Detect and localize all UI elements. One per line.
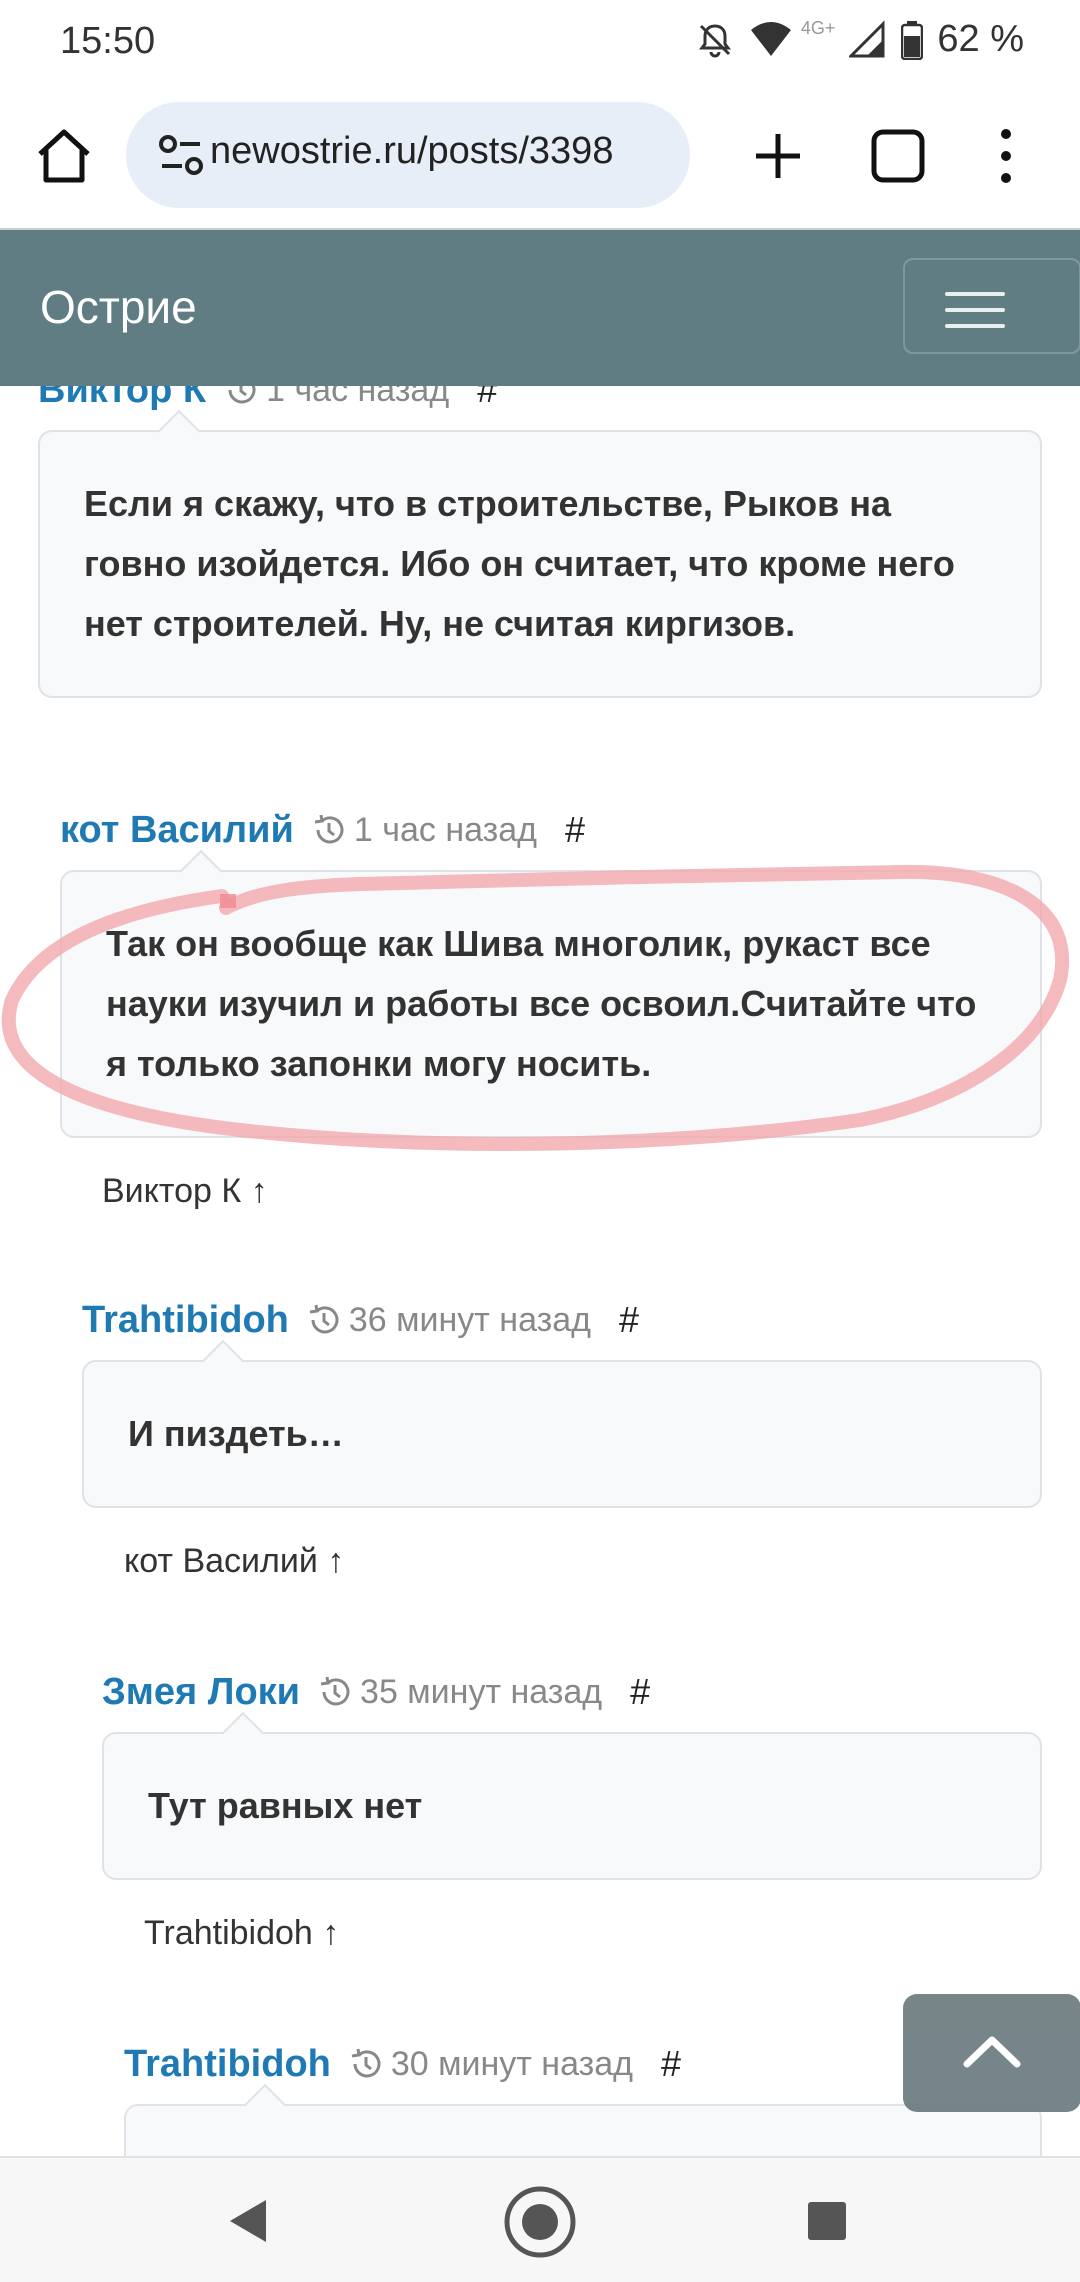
- back-icon[interactable]: [226, 2198, 270, 2244]
- comment: Змея Локи 35 минут назад # Тут равных не…: [102, 1662, 1042, 1953]
- status-icons: 4G+ 62 %: [695, 18, 1024, 61]
- recents-icon[interactable]: [806, 2200, 848, 2242]
- history-icon: [309, 1304, 339, 1334]
- comment-author[interactable]: кот Василий: [60, 809, 294, 852]
- battery-percent: 62 %: [937, 18, 1024, 60]
- reply-to-link[interactable]: кот Василий ↑: [124, 1542, 1042, 1581]
- comment-time-text: 35 минут назад: [360, 1672, 603, 1711]
- tab-switcher-icon[interactable]: [870, 128, 926, 184]
- comment-time: 1 час назад: [224, 386, 449, 410]
- hamburger-line: [945, 308, 1005, 312]
- more-options-icon[interactable]: [988, 124, 1024, 188]
- battery-icon: [901, 20, 924, 60]
- comment-meta: Trahtibidoh 36 минут назад #: [82, 1290, 1042, 1350]
- reply-to-link[interactable]: Trahtibidoh ↑: [144, 1914, 1042, 1953]
- home-nav-icon[interactable]: [502, 2184, 578, 2260]
- site-header: Острие: [0, 230, 1080, 386]
- status-bar: 15:50 4G+ 62 %: [0, 0, 1080, 84]
- history-icon: [314, 814, 344, 844]
- site-title[interactable]: Острие: [40, 280, 197, 334]
- comment-time-text: 30 минут назад: [390, 2044, 633, 2083]
- comment: кот Василий 1 час назад # Так он вообще …: [60, 800, 1042, 1211]
- comment-body: Так он вообще как Шива многолик, рукаст …: [60, 870, 1042, 1138]
- comment-time-text: 1 час назад: [266, 386, 450, 409]
- comment-body: И пиздеть…: [82, 1360, 1042, 1508]
- comment-meta: кот Василий 1 час назад #: [60, 800, 1042, 860]
- comment-time-text: 36 минут назад: [348, 1300, 591, 1339]
- browser-toolbar: newostrie.ru/posts/3398: [0, 84, 1080, 231]
- comment-time: 35 минут назад: [318, 1673, 602, 1712]
- history-icon: [351, 2048, 381, 2078]
- comment-body: Тут равных нет: [102, 1732, 1042, 1880]
- history-icon: [228, 386, 256, 404]
- mute-notifications-icon: [698, 23, 731, 57]
- comment-time: 30 минут назад: [349, 2045, 633, 2084]
- url-text[interactable]: newostrie.ru/posts/3398: [210, 130, 613, 173]
- history-icon: [320, 1676, 350, 1706]
- wifi-icon: [750, 21, 791, 56]
- status-time: 15:50: [60, 20, 156, 62]
- hamburger-line: [945, 324, 1005, 328]
- new-tab-icon[interactable]: [748, 126, 808, 186]
- comment-author[interactable]: Trahtibidoh: [82, 1299, 289, 1342]
- comment-time-text: 1 час назад: [353, 810, 537, 849]
- comment-permalink[interactable]: #: [477, 386, 497, 411]
- comments-list: Виктор К 1 час назад # Если я скажу, что…: [0, 386, 1080, 2156]
- comment-time: 1 час назад: [312, 811, 537, 850]
- comment-permalink[interactable]: #: [630, 1671, 650, 1713]
- comment-author[interactable]: Виктор К: [38, 386, 206, 412]
- comment-author[interactable]: Змея Локи: [102, 1671, 300, 1714]
- hamburger-line: [945, 292, 1005, 296]
- site-settings-icon[interactable]: [158, 132, 204, 178]
- comment-meta: Виктор К 1 час назад #: [38, 386, 1042, 420]
- comment: Trahtibidoh 36 минут назад # И пиздеть… …: [82, 1290, 1042, 1581]
- reply-to-link[interactable]: Виктор К ↑: [102, 1172, 1042, 1211]
- chevron-up-icon: [963, 2036, 1021, 2068]
- comment-author[interactable]: Trahtibidoh: [124, 2043, 331, 2086]
- comment-permalink[interactable]: #: [565, 809, 585, 851]
- comment: Виктор К 1 час назад # Если я скажу, что…: [38, 386, 1042, 698]
- comment-time: 36 минут назад: [307, 1301, 591, 1340]
- home-icon[interactable]: [32, 124, 96, 188]
- cell-signal-icon: [849, 19, 885, 57]
- menu-toggle-button[interactable]: [903, 258, 1080, 354]
- scroll-to-top-button[interactable]: [903, 1994, 1080, 2112]
- network-type: 4G+: [800, 18, 836, 38]
- comment-body: Если я скажу, что в строительстве, Рыков…: [38, 430, 1042, 698]
- comment-permalink[interactable]: #: [619, 1299, 639, 1341]
- system-nav-bar: [0, 2156, 1080, 2282]
- address-bar[interactable]: newostrie.ru/posts/3398: [126, 102, 690, 208]
- comment-permalink[interactable]: #: [661, 2043, 681, 2085]
